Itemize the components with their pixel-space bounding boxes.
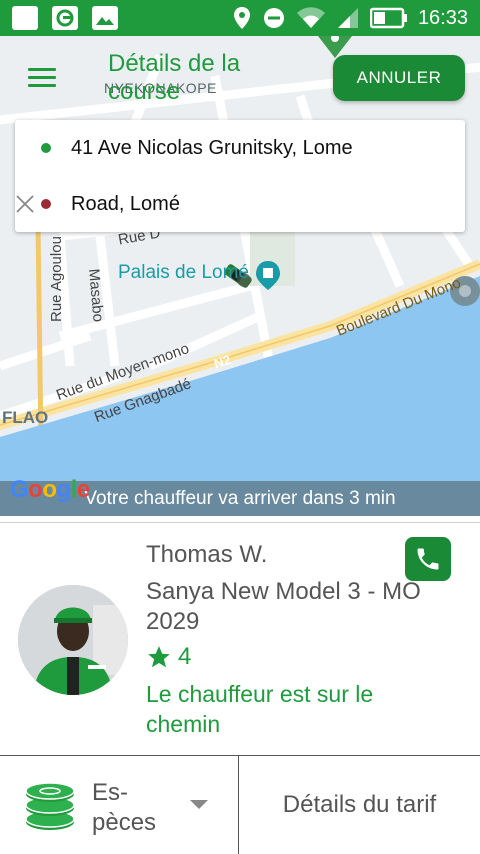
destination-address: Road, Lomé [71, 192, 180, 215]
route-card: 41 Ave Nicolas Grunitsky, Lome Road, Lom… [15, 120, 465, 232]
wifi-icon [296, 7, 325, 29]
call-driver-button[interactable] [405, 537, 451, 581]
destination-row[interactable]: Road, Lomé [15, 176, 465, 232]
vehicle-info: Sanya New Model 3 - MO 2029 [146, 578, 421, 635]
payment-method-label: Es-pèces [92, 779, 157, 836]
map-label-palais[interactable]: Palais de Lomé [118, 262, 249, 284]
destination-dot-icon [41, 199, 51, 209]
driver-avatar [18, 585, 128, 695]
driver-status: Le chauffeur est sur le chemin [146, 681, 374, 737]
origin-row[interactable]: 41 Ave Nicolas Grunitsky, Lome [15, 120, 465, 176]
map-label-flao: FLAO [2, 408, 49, 427]
menu-icon[interactable] [28, 68, 56, 88]
rating-value: 4 [178, 643, 192, 670]
map-view[interactable]: NYEKONAKOPE Rue D Rue Agoulou Masabo Pal… [0, 36, 480, 516]
payment-method-selector[interactable]: Es-pèces [0, 756, 239, 854]
origin-dot-icon [41, 143, 51, 153]
cancel-button[interactable]: ANNULER [333, 55, 465, 101]
map-label-rue-agoulou: Rue Agoulou [48, 236, 65, 322]
clock: 16:33 [417, 6, 468, 29]
phone-icon [417, 548, 439, 570]
status-bar: 16:33 [0, 0, 480, 36]
driver-panel: Thomas W. Sanya New Model 3 - MO 2029 4 … [0, 522, 480, 755]
google-logo: Google [10, 476, 90, 503]
signal-icon [337, 8, 358, 28]
location-icon [233, 7, 250, 29]
bottom-bar: Es-pèces Détails du tarif [0, 755, 480, 854]
battery-icon [369, 7, 407, 29]
star-icon [148, 646, 170, 668]
fare-details-button[interactable]: Détails du tarif [239, 756, 480, 854]
cash-coins-icon [25, 782, 75, 830]
close-icon[interactable] [15, 194, 35, 214]
driver-name: Thomas W. [146, 541, 268, 568]
gozem-notification-icon [52, 6, 78, 30]
dropdown-arrow-icon [190, 800, 208, 809]
image-notification-icon [92, 6, 118, 30]
do-not-disturb-icon [263, 8, 284, 28]
driver-rating: 4 [146, 643, 191, 671]
notification-square-icon [12, 6, 38, 30]
page-title: Détails de la course [108, 50, 241, 105]
origin-address: 41 Ave Nicolas Grunitsky, Lome [71, 136, 353, 159]
